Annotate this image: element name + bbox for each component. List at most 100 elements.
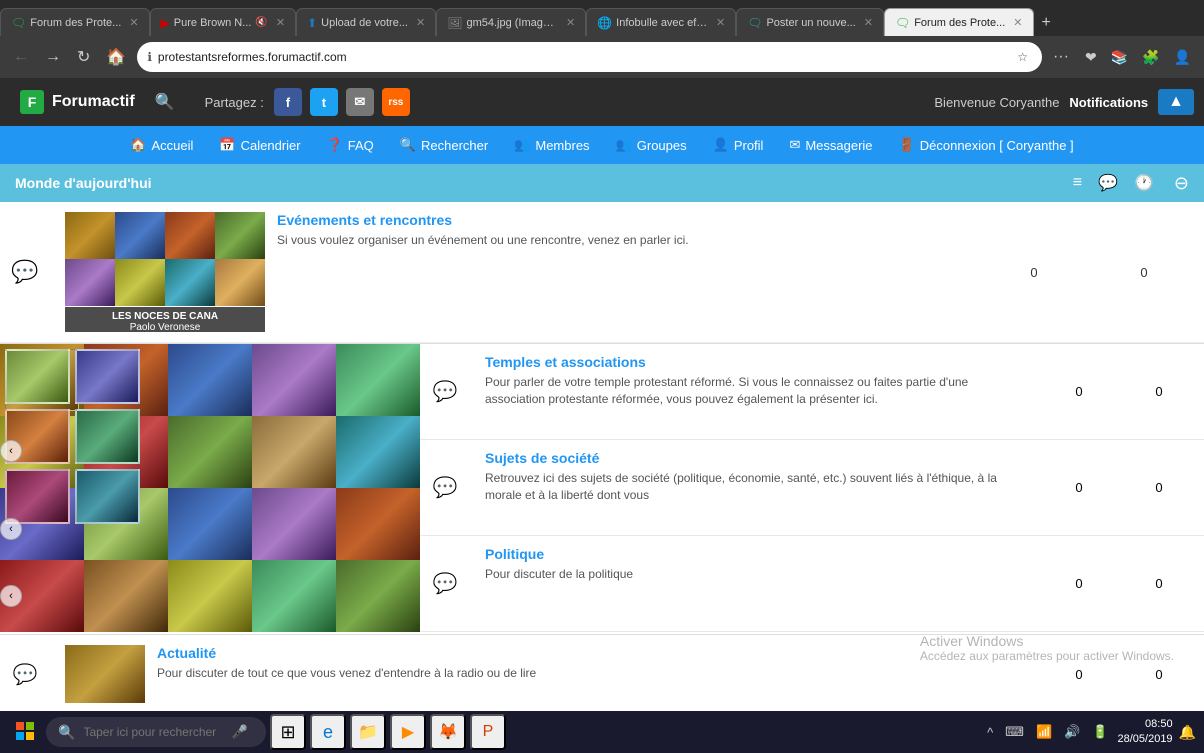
home-button[interactable]: 🏠 — [101, 45, 131, 69]
profil-icon: 👤 — [713, 137, 729, 153]
collections-button[interactable]: ❤ — [1080, 47, 1102, 68]
politique-content: Politique Pour discuter de la politique — [470, 536, 1034, 631]
email-share-button[interactable]: ✉ — [346, 88, 374, 116]
nav-profil[interactable]: 👤 Profil — [703, 133, 774, 157]
top-nav: F Forumactif 🔍 Partagez : f t ✉ rss Bien… — [0, 78, 1204, 126]
upload-button[interactable]: ▲ — [1158, 89, 1194, 115]
powerpoint-button[interactable]: P — [470, 714, 506, 750]
nav-groupes[interactable]: 👥 Groupes — [606, 133, 697, 157]
politique-posts: 0 — [1064, 576, 1094, 591]
edge-button[interactable]: e — [310, 714, 346, 750]
forum-main-content: LES NOCES DE CANA Paolo Veronese Evéneme… — [50, 202, 974, 342]
toolbar-right: ❤ 📚 🧩 👤 — [1080, 47, 1196, 68]
main-scroll[interactable]: Monde d'aujourd'hui ≡ 💬 🕐 ⊖ 💬 — [0, 164, 1204, 705]
rss-button[interactable]: rss — [382, 88, 410, 116]
monde-section-header: Monde d'aujourd'hui ≡ 💬 🕐 ⊖ — [0, 164, 1204, 202]
politique-counts: 0 0 — [1034, 536, 1204, 631]
tab-7-active[interactable]: 🗨 Forum des Prote... ✕ — [884, 8, 1034, 36]
back-button[interactable]: ← — [8, 46, 34, 68]
thumb-6 — [75, 469, 140, 524]
twitter-share-button[interactable]: t — [310, 88, 338, 116]
microphone-icon[interactable]: 🎤 — [231, 724, 247, 740]
forum-temples-row: 💬 Temples et associations Pour parler de… — [420, 344, 1204, 440]
thumb-5 — [5, 469, 70, 524]
tab-4[interactable]: 🖼 gm54.jpg (Image... ✕ — [436, 8, 586, 36]
tab-5[interactable]: 🌐 Infobulle avec eff... ✕ — [586, 8, 736, 36]
forward-button[interactable]: → — [40, 46, 66, 68]
societe-counts: 0 0 — [1034, 440, 1204, 535]
taskbar-search-input[interactable] — [83, 725, 223, 739]
tab-1[interactable]: 🗨 Forum des Prote... ✕ — [0, 8, 150, 36]
account-button[interactable]: 👤 — [1169, 47, 1196, 68]
forum-text-info: Evénements et rencontres Si vous voulez … — [277, 212, 689, 249]
extensions-button[interactable]: 🧩 — [1137, 47, 1164, 68]
forum-evenements-desc: Si vous voulez organiser un événement ou… — [277, 232, 689, 249]
nav-calendrier[interactable]: 📅 Calendrier — [209, 133, 310, 157]
task-view-button[interactable]: ⊞ — [270, 714, 306, 750]
m18 — [168, 560, 252, 632]
replies-count: 0 — [1114, 265, 1174, 280]
nav-messagerie[interactable]: ✉ Messagerie — [779, 133, 882, 157]
reload-button[interactable]: ↻ — [72, 45, 95, 69]
explorer-button[interactable]: 📁 — [350, 714, 386, 750]
actualite-counts: 0 0 — [1034, 635, 1204, 705]
m14 — [252, 488, 336, 560]
overflow-menu-button[interactable]: ··· — [1048, 46, 1074, 68]
scroll-up-2[interactable]: ‹ — [0, 518, 22, 540]
collapse-button[interactable]: ⊖ — [1174, 173, 1189, 194]
keyboard-icon[interactable]: ⌨ — [1002, 722, 1027, 742]
new-tab-button[interactable]: + — [1034, 10, 1059, 36]
p5 — [65, 259, 115, 306]
temples-replies: 0 — [1144, 384, 1174, 399]
share-label: Partagez : — [205, 95, 264, 110]
facebook-share-button[interactable]: f — [274, 88, 302, 116]
mosaic-section: ‹ ‹ ‹ 💬 Temples et associations Pour par… — [0, 344, 1204, 635]
clock-time: 08:50 — [1118, 717, 1173, 732]
politique-icon-cell: 💬 — [420, 536, 470, 631]
main-painting — [65, 212, 265, 307]
thumb-overlay — [5, 349, 140, 524]
nav-faq[interactable]: ❓ FAQ — [317, 133, 384, 157]
actualite-posts: 0 — [1064, 667, 1094, 682]
chevron-up-icon[interactable]: ^ — [984, 723, 996, 742]
nav-deconnexion[interactable]: 🚪 Déconnexion [ Coryanthe ] — [889, 133, 1084, 157]
volume-icon[interactable]: 🔊 — [1061, 722, 1083, 742]
tab-6[interactable]: 🗨 Poster un nouve... ✕ — [736, 8, 884, 36]
forum-actualite-desc: Pour discuter de tout ce que vous venez … — [157, 665, 536, 682]
notification-center-icon[interactable]: 🔔 — [1179, 724, 1196, 741]
network-icon[interactable]: 📶 — [1033, 722, 1055, 742]
tab-3[interactable]: ⬆ Upload de votre... ✕ — [296, 8, 436, 36]
thumb-1 — [5, 349, 70, 404]
scroll-up-1[interactable]: ‹ — [0, 440, 22, 462]
logo-text: Forumactif — [52, 93, 135, 111]
search-button[interactable]: 🔍 — [155, 92, 175, 112]
notifications-button[interactable]: Notifications — [1069, 95, 1148, 110]
nav-accueil[interactable]: 🏠 Accueil — [120, 133, 203, 157]
mosaic-left: ‹ ‹ ‹ — [0, 344, 420, 634]
forum-evenements-link[interactable]: Evénements et rencontres — [277, 212, 689, 228]
forum-societe-link[interactable]: Sujets de société — [485, 450, 1019, 466]
start-button[interactable] — [8, 718, 42, 747]
groupes-icon: 👥 — [616, 137, 632, 153]
vlc-button[interactable]: ▶ — [390, 714, 426, 750]
taskbar-search[interactable]: 🔍 🎤 — [46, 717, 266, 747]
nav-membres[interactable]: 👥 Membres — [504, 133, 599, 157]
edge-icon: e — [323, 722, 333, 743]
bookmark-list-button[interactable]: 📚 — [1106, 47, 1133, 68]
forum-temples-link[interactable]: Temples et associations — [485, 354, 1019, 370]
battery-icon[interactable]: 🔋 — [1089, 722, 1111, 742]
firefox-button[interactable]: 🦊 — [430, 714, 466, 750]
tab-bar: 🗨 Forum des Prote... ✕ ▶ Pure Brown N...… — [0, 0, 1204, 36]
forum-politique-link[interactable]: Politique — [485, 546, 1019, 562]
address-box[interactable]: ℹ protestantsreformes.forumactif.com ☆ — [137, 42, 1042, 72]
bookmark-star-button[interactable]: ☆ — [1013, 48, 1032, 66]
societe-icon-cell: 💬 — [420, 440, 470, 535]
nav-rechercher[interactable]: 🔍 Rechercher — [390, 133, 498, 157]
scroll-up-3[interactable]: ‹ — [0, 585, 22, 607]
powerpoint-icon: P — [483, 723, 494, 741]
politique-icon: 💬 — [433, 571, 458, 596]
forum-actualite-link[interactable]: Actualité — [157, 645, 536, 661]
forum-image-container: LES NOCES DE CANA Paolo Veronese — [65, 212, 265, 332]
temples-icon: 💬 — [433, 379, 458, 404]
tab-2[interactable]: ▶ Pure Brown N... 🔇 ✕ — [150, 8, 297, 36]
